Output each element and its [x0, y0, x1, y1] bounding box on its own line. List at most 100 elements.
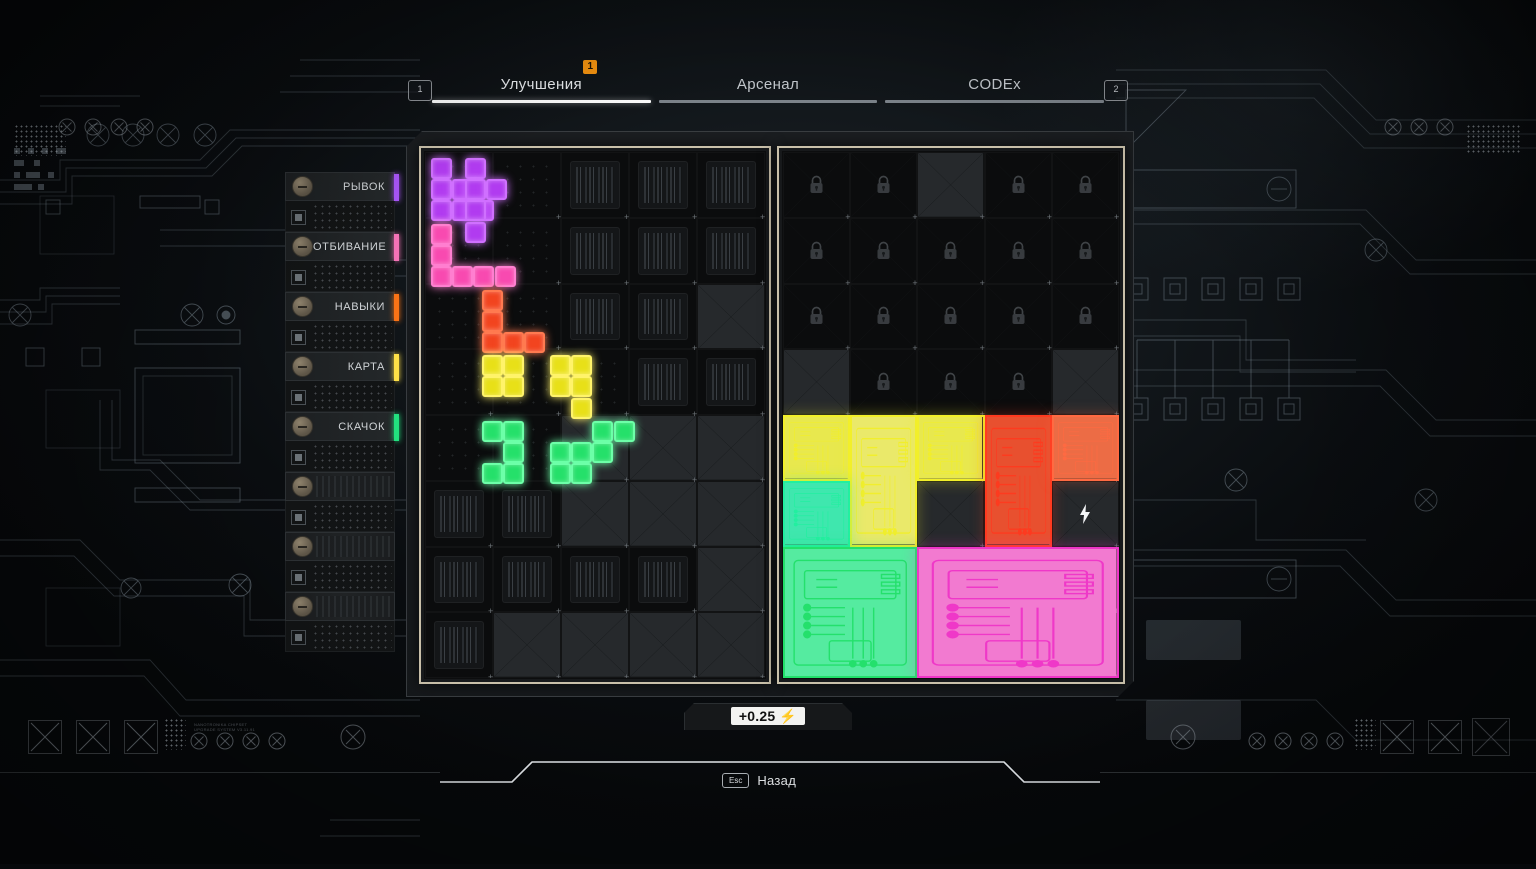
- grid-cell-3-7[interactable]: +: [629, 612, 697, 678]
- board-panel-inner: ++++++++++++++++++++++++++++++++++++++++: [783, 152, 1119, 678]
- grid-cell-2-5[interactable]: +: [561, 481, 629, 547]
- minus-knob-icon[interactable]: [292, 596, 313, 617]
- minus-knob-icon[interactable]: [292, 476, 313, 497]
- grid-cell-0-6[interactable]: +: [425, 547, 493, 613]
- grid-cell-0-7[interactable]: +: [425, 612, 493, 678]
- chip-pink-big[interactable]: [917, 547, 1119, 679]
- barcode-slot[interactable]: [570, 161, 620, 209]
- grid-cell-0-0[interactable]: +: [425, 152, 493, 218]
- sidebar-item-3[interactable]: КАРТА: [285, 352, 399, 381]
- barcode-slot[interactable]: [706, 161, 756, 209]
- grid-cell-2-4[interactable]: +: [561, 415, 629, 481]
- grid-cell-4-2[interactable]: +: [697, 284, 765, 350]
- chip-red-b[interactable]: [1052, 415, 1119, 481]
- grid-cell-1-4[interactable]: +: [493, 415, 561, 481]
- chip-teal-a[interactable]: [783, 481, 850, 547]
- inventory-panel[interactable]: + + + + + + + + + + + + + + + + + + + + + + + + + + + + + + + + + + + + + + + +: [419, 146, 771, 684]
- decor-xbox-1: [28, 720, 62, 754]
- sidebar-item-4[interactable]: СКАЧОК: [285, 412, 399, 441]
- sidebar-item-2[interactable]: НАВЫКИ: [285, 292, 399, 321]
- blocked-slot-x: [630, 416, 696, 480]
- grid-cell-1-3[interactable]: +: [493, 349, 561, 415]
- grid-cell-3-2[interactable]: +: [629, 284, 697, 350]
- sidebar-item-1[interactable]: ОТБИВАНИЕ: [285, 232, 399, 261]
- minus-knob-icon[interactable]: [292, 236, 313, 257]
- grid-cell-3-6[interactable]: +: [629, 547, 697, 613]
- tab-next-key[interactable]: 2: [1104, 80, 1129, 101]
- barcode-slot[interactable]: [638, 358, 688, 406]
- minus-knob-icon[interactable]: [292, 416, 313, 437]
- tab-arsenal[interactable]: Арсенал: [658, 74, 878, 103]
- grid-cell-4-0[interactable]: +: [697, 152, 765, 218]
- barcode-slot[interactable]: [706, 358, 756, 406]
- grid-cell-0-4[interactable]: +: [425, 415, 493, 481]
- grid-cell-3-0[interactable]: +: [629, 152, 697, 218]
- sidebar-datastrip-4: [285, 441, 395, 472]
- blocked-slot-x: [698, 548, 764, 612]
- grid-cell-4-1[interactable]: +: [697, 218, 765, 284]
- grid-cell-3-5[interactable]: +: [629, 481, 697, 547]
- minus-knob-icon[interactable]: [292, 296, 313, 317]
- back-button[interactable]: Esc Назад: [722, 773, 796, 788]
- energy-cell[interactable]: [1052, 481, 1119, 547]
- grid-cell-1-5[interactable]: +: [493, 481, 561, 547]
- tab-prev-key[interactable]: 1: [408, 80, 432, 101]
- chip-red-a[interactable]: [985, 415, 1052, 547]
- barcode-slot[interactable]: [502, 556, 552, 604]
- sidebar-item-0[interactable]: РЫВОК: [285, 172, 399, 201]
- grid-cell-3-4[interactable]: +: [629, 415, 697, 481]
- grid-cell-0-1[interactable]: +: [425, 218, 493, 284]
- grid-cell-2-6[interactable]: +: [561, 547, 629, 613]
- grid-cell-4-5[interactable]: +: [697, 481, 765, 547]
- minus-knob-icon[interactable]: [292, 356, 313, 377]
- grid-cell-1-0[interactable]: +: [493, 152, 561, 218]
- board-panel[interactable]: ++++++++++++++++++++++++++++++++++++++++: [777, 146, 1125, 684]
- chip-yellow-a[interactable]: [783, 415, 850, 481]
- decor-circlex-5: [340, 724, 366, 750]
- sidebar-item-label: НАВЫКИ: [334, 300, 385, 313]
- barcode-slot[interactable]: [570, 293, 620, 341]
- strip-dots: [312, 323, 392, 349]
- barcode-slot[interactable]: [434, 621, 484, 669]
- sidebar-item-7[interactable]: [285, 592, 395, 621]
- sidebar-item-6[interactable]: [285, 532, 395, 561]
- grid-cell-3-1[interactable]: +: [629, 218, 697, 284]
- grid-cell-0-3[interactable]: +: [425, 349, 493, 415]
- grid-cell-2-2[interactable]: +: [561, 284, 629, 350]
- minus-knob-icon[interactable]: [292, 536, 313, 557]
- grid-cell-1-2[interactable]: +: [493, 284, 561, 350]
- barcode-slot[interactable]: [502, 490, 552, 538]
- barcode-slot[interactable]: [638, 556, 688, 604]
- grid-cell-4-3[interactable]: +: [697, 349, 765, 415]
- barcode-slot[interactable]: [434, 490, 484, 538]
- chip-yellow-c[interactable]: [917, 415, 984, 481]
- barcode-slot[interactable]: [706, 227, 756, 275]
- barcode-slot[interactable]: [638, 161, 688, 209]
- barcode-slot[interactable]: [570, 556, 620, 604]
- minus-knob-icon[interactable]: [292, 176, 313, 197]
- grid-cell-1-7[interactable]: +: [493, 612, 561, 678]
- grid-cell-2-3[interactable]: +: [561, 349, 629, 415]
- tab-uluchsheniya[interactable]: Улучшения 1: [432, 60, 651, 103]
- chip-green-big[interactable]: [783, 547, 917, 679]
- chip-yellow-b[interactable]: [850, 415, 917, 547]
- grid-cell-3-3[interactable]: +: [629, 349, 697, 415]
- grid-cell-2-1[interactable]: +: [561, 218, 629, 284]
- barcode-slot[interactable]: [434, 556, 484, 604]
- grid-cell-4-6[interactable]: +: [697, 547, 765, 613]
- barcode-slot[interactable]: [570, 227, 620, 275]
- tab-codex[interactable]: CODEx: [885, 74, 1105, 103]
- sidebar-item-5[interactable]: [285, 472, 395, 501]
- barcode-slot[interactable]: [638, 293, 688, 341]
- grid-cell-0-2[interactable]: +: [425, 284, 493, 350]
- grid-cell-4-7[interactable]: +: [697, 612, 765, 678]
- grid-cell-2-7[interactable]: +: [561, 612, 629, 678]
- decor-circlex-1: [190, 732, 208, 750]
- grid-cell-2-0[interactable]: +: [561, 152, 629, 218]
- strip-square-icon: [291, 450, 306, 465]
- barcode-slot[interactable]: [638, 227, 688, 275]
- grid-cell-1-6[interactable]: +: [493, 547, 561, 613]
- grid-cell-1-1[interactable]: +: [493, 218, 561, 284]
- grid-cell-4-4[interactable]: +: [697, 415, 765, 481]
- grid-cell-0-5[interactable]: +: [425, 481, 493, 547]
